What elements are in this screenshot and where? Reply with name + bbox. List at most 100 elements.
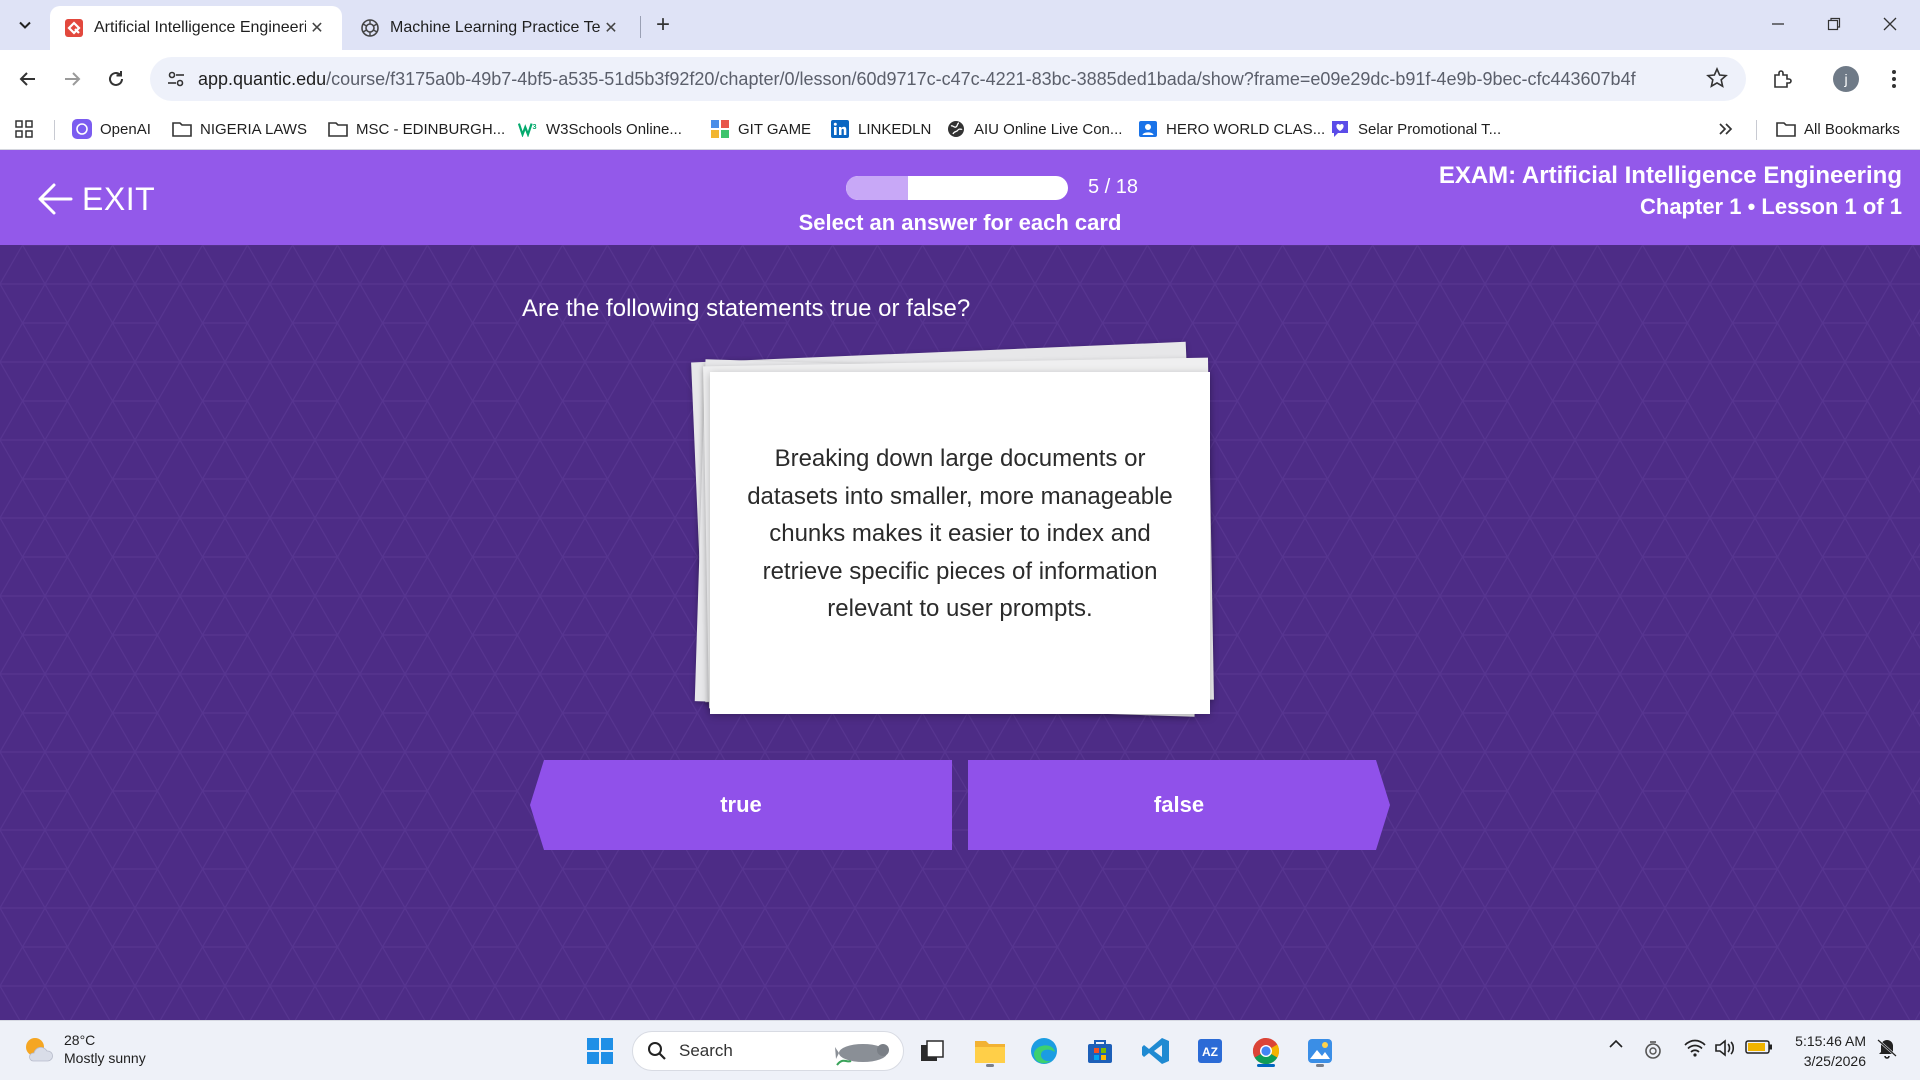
svg-text:3: 3: [533, 122, 537, 131]
globe-icon: [946, 119, 966, 139]
photos-icon: [1308, 1039, 1332, 1063]
battery-button[interactable]: [1744, 1039, 1774, 1055]
arrow-right-icon: [65, 72, 81, 86]
browser-tab-strip: Artificial Intelligence Engineering ✕ Ma…: [0, 0, 1920, 50]
question-text: Are the following statements true or fal…: [522, 295, 971, 322]
puzzle-icon: [1774, 70, 1792, 88]
bookmark-linkedin[interactable]: LINKEDLN: [830, 116, 931, 142]
progress-bar: [846, 176, 1068, 200]
bookmark-w3schools[interactable]: 3 W3Schools Online...: [518, 116, 682, 142]
tab-search-button[interactable]: [10, 10, 40, 40]
vscode-button[interactable]: [1136, 1031, 1176, 1071]
true-button[interactable]: true: [530, 760, 952, 850]
chevron-down-icon: [19, 21, 31, 29]
tab-close-icon[interactable]: ✕: [600, 17, 622, 39]
wifi-button[interactable]: [1682, 1039, 1708, 1057]
volume-button[interactable]: [1712, 1039, 1738, 1057]
tray-app-button[interactable]: [1640, 1039, 1666, 1061]
url-host: app.quantic.edu: [198, 68, 327, 89]
statement-card: Breaking down large documents or dataset…: [710, 372, 1210, 714]
search-placeholder: Search: [679, 1041, 733, 1060]
back-button[interactable]: [12, 63, 44, 95]
bookmark-aiu-online[interactable]: AIU Online Live Con...: [946, 116, 1122, 142]
file-explorer-button[interactable]: [970, 1031, 1010, 1071]
restore-icon: [1827, 17, 1841, 31]
start-button[interactable]: [580, 1031, 620, 1071]
bookmark-label: NIGERIA LAWS: [200, 120, 307, 138]
edge-browser-icon: [1031, 1038, 1057, 1064]
chrome-button[interactable]: [1246, 1031, 1286, 1071]
clock[interactable]: 5:15:46 AM 3/25/2026: [1795, 1031, 1866, 1071]
browser-toolbar: app.quantic.edu/course/f3175a0b-49b7-4bf…: [0, 50, 1920, 108]
task-view-icon: [921, 1040, 944, 1061]
battery-icon: [1745, 1040, 1772, 1054]
openai-logo-icon: [360, 18, 380, 38]
extensions-button[interactable]: [1766, 63, 1798, 95]
profile-button[interactable]: j: [1830, 63, 1862, 95]
svg-text:AZ: AZ: [1202, 1045, 1218, 1059]
clock-time: 5:15:46 AM: [1795, 1033, 1866, 1049]
openai-icon: [72, 119, 92, 139]
bookmark-star-icon[interactable]: [1706, 67, 1728, 89]
browser-menu-button[interactable]: [1878, 63, 1910, 95]
tab-divider: [640, 16, 641, 38]
address-bar[interactable]: app.quantic.edu/course/f3175a0b-49b7-4bf…: [150, 57, 1746, 101]
edge-button[interactable]: [1024, 1031, 1064, 1071]
bookmarks-divider: [1756, 120, 1757, 140]
bookmarks-bar: OpenAI NIGERIA LAWS MSC - EDINBURGH... 3…: [0, 108, 1920, 150]
bookmark-hero-world[interactable]: HERO WORLD CLAS...: [1138, 116, 1325, 142]
bookmark-msc-edinburgh[interactable]: MSC - EDINBURGH...: [328, 116, 505, 142]
bookmark-selar[interactable]: Selar Promotional T...: [1330, 116, 1501, 142]
tab-title: Artificial Intelligence Engineering: [94, 19, 306, 36]
tab-close-icon[interactable]: ✕: [306, 17, 328, 39]
reload-button[interactable]: [100, 63, 132, 95]
instruction-text: Select an answer for each card: [798, 210, 1122, 235]
exam-title: EXAM: Artificial Intelligence Engineerin…: [1438, 162, 1902, 189]
bookmark-label: AIU Online Live Con...: [974, 120, 1123, 138]
tab-machine-learning[interactable]: Machine Learning Practice Test ✕: [346, 6, 636, 50]
bookmark-nigeria-laws[interactable]: NIGERIA LAWS: [172, 116, 307, 142]
running-indicator: [986, 1064, 994, 1067]
exit-button[interactable]: EXIT: [36, 180, 155, 218]
tab-artificial-intelligence[interactable]: Artificial Intelligence Engineering ✕: [50, 6, 342, 50]
folder-icon: [328, 119, 348, 139]
forward-button[interactable]: [56, 63, 88, 95]
restore-button[interactable]: [1806, 0, 1862, 48]
chevron-up-icon: [1609, 1039, 1623, 1048]
taskbar: 28°C Mostly sunny Search AZ 5:15:46 AM 3…: [0, 1020, 1920, 1080]
bookmark-openai[interactable]: OpenAI: [72, 116, 151, 142]
contact-icon: [1138, 119, 1158, 139]
show-hidden-icons-button[interactable]: [1604, 1039, 1628, 1049]
bookmarks-overflow-button[interactable]: [1716, 116, 1744, 142]
weather-widget[interactable]: 28°C Mostly sunny: [22, 1031, 146, 1067]
statement-text: Breaking down large documents or dataset…: [747, 445, 1173, 622]
minimize-button[interactable]: [1750, 0, 1806, 48]
w3schools-icon: 3: [518, 119, 538, 139]
progress-count: 5 / 18: [1088, 176, 1139, 198]
site-info-icon[interactable]: [158, 61, 194, 97]
close-window-button[interactable]: [1862, 0, 1918, 48]
notifications-button[interactable]: [1874, 1037, 1900, 1059]
weather-temp: 28°C: [64, 1032, 96, 1048]
false-button[interactable]: false: [968, 760, 1390, 850]
bookmarks-divider: [54, 120, 55, 140]
lesson-content: Are the following statements true or fal…: [0, 245, 1920, 1020]
clock-date: 3/25/2026: [1803, 1053, 1866, 1069]
task-view-button[interactable]: [912, 1031, 952, 1071]
apps-button[interactable]: [14, 116, 42, 142]
bookmark-label: HERO WORLD CLAS...: [1166, 120, 1326, 138]
reload-icon: [109, 71, 123, 86]
double-chevron-right-icon: [1716, 119, 1736, 139]
bookmark-label: W3Schools Online...: [546, 120, 682, 138]
tray-app-icon: [1645, 1041, 1661, 1059]
photos-button[interactable]: [1300, 1031, 1340, 1071]
all-bookmarks-button[interactable]: All Bookmarks: [1776, 116, 1900, 142]
azure-tool-button[interactable]: AZ: [1190, 1031, 1230, 1071]
wifi-icon: [1684, 1039, 1706, 1057]
minimize-icon: [1772, 23, 1784, 25]
bookmark-git-game[interactable]: GIT GAME: [710, 116, 811, 142]
search-icon: [648, 1042, 666, 1060]
taskbar-search[interactable]: Search: [632, 1031, 904, 1071]
store-button[interactable]: [1080, 1031, 1120, 1071]
new-tab-button[interactable]: +: [648, 10, 678, 40]
